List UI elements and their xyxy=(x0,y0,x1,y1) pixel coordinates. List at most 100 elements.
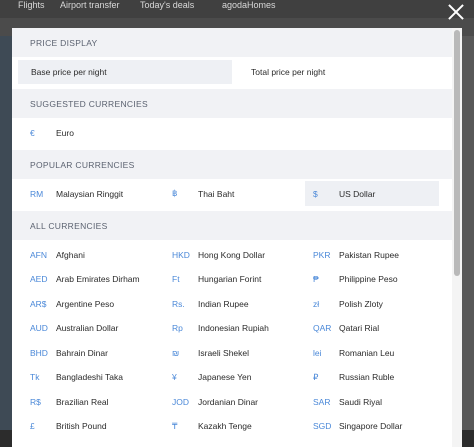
currency-code: zł xyxy=(313,298,320,309)
currency-code: ₽ xyxy=(313,371,319,382)
all-currencies-header: ALL CURRENCIES xyxy=(12,211,452,240)
background-left-panel xyxy=(0,36,12,447)
currency-name: Israeli Shekel xyxy=(198,347,250,358)
currency-item[interactable]: Rs. Indian Rupee xyxy=(165,291,299,316)
currency-name: Hungarian Forint xyxy=(198,274,262,284)
currency-name: Hong Kong Dollar xyxy=(198,249,266,260)
currency-item[interactable]: AED Arab Emirates Dirham xyxy=(24,267,158,292)
currency-code: JOD xyxy=(172,396,189,407)
currency-code: AFN xyxy=(30,249,47,260)
currency-item[interactable]: R$ Brazilian Real xyxy=(24,389,158,414)
currency-code: ₪ xyxy=(172,347,180,358)
currency-item[interactable]: lei Romanian Leu xyxy=(305,340,439,365)
currency-name: Euro xyxy=(56,127,74,138)
close-icon[interactable] xyxy=(446,2,466,22)
currency-name: Bangladeshi Taka xyxy=(56,372,123,382)
currency-name: Indonesian Rupiah xyxy=(198,323,269,333)
currency-name: Thai Baht xyxy=(198,188,235,199)
currency-item[interactable]: QAR Qatari Rial xyxy=(305,316,439,341)
currency-item[interactable]: ¥ Japanese Yen xyxy=(165,365,299,390)
currency-item[interactable]: BHD Bahrain Dinar xyxy=(24,340,158,365)
currency-code: Rp xyxy=(172,323,183,333)
currency-name: Kazakh Tenge xyxy=(198,421,252,431)
currency-name: Japanese Yen xyxy=(198,372,252,382)
currency-name: Jordanian Dinar xyxy=(198,396,259,407)
currency-name: Singapore Dollar xyxy=(339,421,403,431)
currency-code: € xyxy=(30,127,35,138)
nav-todays-deals: Today's deals xyxy=(140,0,195,10)
nav-flights: Flights xyxy=(18,0,45,10)
suggested-currencies-header: SUGGESTED CURRENCIES xyxy=(12,89,452,118)
price-option-label: Base price per night xyxy=(31,67,107,77)
currency-name: US Dollar xyxy=(339,188,376,199)
price-display-header: PRICE DISPLAY xyxy=(12,28,452,57)
currency-item[interactable]: ₱ Philippine Peso xyxy=(305,267,439,292)
currency-code: RM xyxy=(30,188,44,199)
currency-code: QAR xyxy=(313,323,332,333)
currency-code: PKR xyxy=(313,249,331,260)
currency-name: Russian Ruble xyxy=(339,372,395,382)
currency-name: Romanian Leu xyxy=(339,347,395,358)
currency-code: Rs. xyxy=(172,298,185,309)
currency-item-usd[interactable]: $ US Dollar xyxy=(305,181,439,206)
currency-item[interactable]: £ British Pound xyxy=(24,414,158,439)
currency-item[interactable]: AR$ Argentine Peso xyxy=(24,291,158,316)
currency-name: British Pound xyxy=(56,421,107,431)
modal-content: PRICE DISPLAY Base price per night Total… xyxy=(12,28,452,447)
currency-code: Tk xyxy=(30,372,40,382)
popular-currencies-header: POPULAR CURRENCIES xyxy=(12,150,452,179)
currency-item[interactable]: AFN Afghani xyxy=(24,242,158,267)
currency-item[interactable]: ₪ Israeli Shekel xyxy=(165,340,299,365)
currency-name: Polish Zloty xyxy=(339,298,383,309)
currency-modal: PRICE DISPLAY Base price per night Total… xyxy=(12,28,462,447)
currency-code: ¥ xyxy=(172,372,177,382)
scrollbar-thumb[interactable] xyxy=(454,30,460,276)
currency-code: ₸ xyxy=(172,420,178,431)
currency-code: ฿ xyxy=(172,188,178,198)
currency-item[interactable]: Ft Hungarian Forint xyxy=(165,267,299,292)
currency-code: R$ xyxy=(30,396,41,407)
currency-code: lei xyxy=(313,347,322,358)
currency-code: SGD xyxy=(313,421,332,431)
currency-name: Indian Rupee xyxy=(198,298,249,309)
price-option-label: Total price per night xyxy=(251,67,326,77)
currency-item-thb[interactable]: ฿ Thai Baht xyxy=(165,181,305,206)
currency-name: Arab Emirates Dirham xyxy=(56,274,140,284)
currency-name: Pakistan Rupee xyxy=(339,249,400,260)
currency-code: AUD xyxy=(30,323,48,333)
currency-item[interactable]: Tk Bangladeshi Taka xyxy=(24,365,158,390)
currency-item[interactable]: ₸ Kazakh Tenge xyxy=(165,414,299,439)
currency-name: Malaysian Ringgit xyxy=(56,188,124,199)
currency-item[interactable]: SGD Singapore Dollar xyxy=(305,414,439,439)
currency-item[interactable]: JOD Jordanian Dinar xyxy=(165,389,299,414)
currency-name: Argentine Peso xyxy=(56,298,115,309)
currency-code: $ xyxy=(313,188,318,199)
currency-name: Australian Dollar xyxy=(56,323,119,333)
currency-name: Saudi Riyal xyxy=(339,396,382,407)
currency-name: Afghani xyxy=(56,249,85,260)
currency-name: Qatari Rial xyxy=(339,323,380,333)
currency-item[interactable]: PKR Pakistan Rupee xyxy=(305,242,439,267)
currency-name: Brazilian Real xyxy=(56,396,109,407)
nav-agodahomes: agodaHomes xyxy=(222,0,276,10)
currency-item[interactable]: Rp Indonesian Rupiah xyxy=(165,316,299,341)
currency-item[interactable]: AUD Australian Dollar xyxy=(24,316,158,341)
currency-item[interactable]: SAR Saudi Riyal xyxy=(305,389,439,414)
currency-item-myr[interactable]: RM Malaysian Ringgit xyxy=(24,181,158,206)
currency-code: ₱ xyxy=(313,274,319,284)
currency-name: Philippine Peso xyxy=(339,274,398,284)
currency-name: Bahrain Dinar xyxy=(56,347,108,358)
modal-scrollbar[interactable] xyxy=(452,28,462,447)
currency-code: BHD xyxy=(30,347,48,358)
background-right-panel xyxy=(462,36,474,447)
currency-code: Ft xyxy=(172,274,180,284)
currency-item[interactable]: ₽ Russian Ruble xyxy=(305,365,439,390)
currency-item-euro[interactable]: € Euro xyxy=(12,120,158,145)
currency-item[interactable]: HKD Hong Kong Dollar xyxy=(165,242,299,267)
currency-item[interactable]: zł Polish Zloty xyxy=(305,291,439,316)
currency-code: SAR xyxy=(313,396,331,407)
price-option-total[interactable]: Total price per night xyxy=(238,60,438,84)
price-option-base[interactable]: Base price per night xyxy=(18,60,232,84)
nav-airport-transfer: Airport transfer xyxy=(60,0,120,10)
currency-code: HKD xyxy=(172,249,190,260)
